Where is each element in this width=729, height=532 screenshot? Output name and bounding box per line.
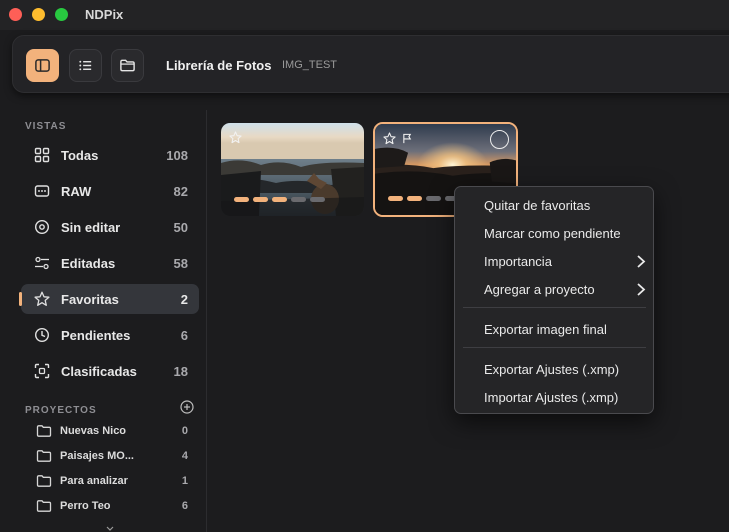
grid-icon <box>34 147 50 163</box>
project-label: Paisajes MO... <box>60 450 134 462</box>
folder-button[interactable] <box>111 49 144 82</box>
sidebar-item-label: Clasificadas <box>61 364 137 379</box>
menu-item-label: Importar Ajustes (.xmp) <box>484 390 619 405</box>
sidebar-item-label: Todas <box>61 148 99 163</box>
app-title: NDPix <box>85 7 124 22</box>
menu-item-label: Agregar a proyecto <box>484 282 595 297</box>
raw-icon <box>34 183 50 199</box>
views-section-label: VISTAS <box>25 121 67 132</box>
sidebar-item-editadas[interactable]: Editadas 58 <box>21 248 199 278</box>
folder-icon <box>120 59 135 72</box>
menu-item-agregar-proyecto[interactable]: Agregar a proyecto <box>456 277 652 301</box>
project-count: 1 <box>181 475 188 487</box>
minimize-window-button[interactable] <box>32 8 45 21</box>
sidebar-item-count: 6 <box>180 328 188 343</box>
rating-bar <box>234 197 325 202</box>
folder-icon <box>36 450 52 462</box>
project-item-para-analizar[interactable]: Para analizar 1 <box>21 471 199 493</box>
project-label: Perro Teo <box>60 500 111 512</box>
menu-item-label: Quitar de favoritas <box>484 198 591 213</box>
context-menu: Quitar de favoritas Marcar como pendient… <box>454 186 654 414</box>
projects-section-label: PROYECTOS <box>25 405 97 416</box>
focus-icon <box>34 363 50 379</box>
sidebar-item-label: Favoritas <box>61 292 119 307</box>
clock-icon <box>34 327 50 343</box>
sidebar: VISTAS Todas 108 RAW 82 Sin editar 50 Ed… <box>0 110 207 532</box>
rating-dot[interactable] <box>310 197 325 202</box>
sidebar-item-count: 108 <box>166 148 188 163</box>
project-count: 4 <box>181 450 188 462</box>
rating-dot[interactable] <box>388 196 403 201</box>
sidebar-item-raw[interactable]: RAW 82 <box>21 176 199 206</box>
title-bar: NDPix <box>0 0 729 30</box>
flag-icon[interactable] <box>402 133 413 144</box>
project-label: Para analizar <box>60 475 128 487</box>
star-icon[interactable] <box>383 132 396 145</box>
rating-dot[interactable] <box>272 197 287 202</box>
menu-divider <box>463 347 646 348</box>
rating-dot[interactable] <box>291 197 306 202</box>
sidebar-item-count: 50 <box>173 220 188 235</box>
sidebar-item-favoritas[interactable]: Favoritas 2 <box>19 284 199 314</box>
toggle-sidebar-button[interactable] <box>26 49 59 82</box>
sidebar-item-label: Editadas <box>61 256 116 271</box>
sidebar-item-count: 18 <box>173 364 188 379</box>
sidebar-item-count: 58 <box>173 256 188 271</box>
project-label: Nuevas Nico <box>60 425 127 437</box>
circle-icon <box>34 219 50 235</box>
close-window-button[interactable] <box>9 8 22 21</box>
menu-item-exportar-imagen[interactable]: Exportar imagen final <box>456 317 652 341</box>
menu-item-label: Importancia <box>484 254 552 269</box>
list-icon <box>79 60 92 71</box>
sidebar-item-count: 82 <box>173 184 188 199</box>
menu-item-quitar-favoritas[interactable]: Quitar de favoritas <box>456 193 652 217</box>
library-title: Librería de Fotos <box>166 58 272 73</box>
project-count: 0 <box>181 425 188 437</box>
add-project-icon[interactable] <box>180 400 194 414</box>
menu-item-label: Exportar imagen final <box>484 322 607 337</box>
folder-icon <box>36 425 52 437</box>
sidebar-item-label: Sin editar <box>61 220 121 235</box>
zoom-window-button[interactable] <box>55 8 68 21</box>
project-item-nuevas-nico[interactable]: Nuevas Nico 0 <box>21 421 199 443</box>
photo-image <box>221 123 364 216</box>
selection-checkbox[interactable] <box>490 130 509 149</box>
sliders-icon <box>34 255 50 271</box>
project-count: 6 <box>181 500 188 512</box>
rating-dot[interactable] <box>426 196 441 201</box>
rating-dot[interactable] <box>253 197 268 202</box>
project-item-paisajes[interactable]: Paisajes MO... 4 <box>21 446 199 468</box>
library-subtitle: IMG_TEST <box>282 59 338 71</box>
list-view-button[interactable] <box>69 49 102 82</box>
menu-item-importar-ajustes[interactable]: Importar Ajustes (.xmp) <box>456 385 652 409</box>
menu-item-marcar-pendiente[interactable]: Marcar como pendiente <box>456 221 652 245</box>
sidebar-item-pendientes[interactable]: Pendientes 6 <box>21 320 199 350</box>
menu-item-exportar-ajustes[interactable]: Exportar Ajustes (.xmp) <box>456 357 652 381</box>
sidebar-icon <box>35 59 50 72</box>
chevron-right-icon <box>637 283 646 296</box>
sidebar-item-label: Pendientes <box>61 328 131 343</box>
sidebar-item-todas[interactable]: Todas 108 <box>21 140 199 170</box>
sidebar-item-clasificadas[interactable]: Clasificadas 18 <box>21 356 199 386</box>
menu-item-label: Marcar como pendiente <box>484 226 621 241</box>
sidebar-item-sin-editar[interactable]: Sin editar 50 <box>21 212 199 242</box>
folder-icon <box>36 500 52 512</box>
star-icon[interactable] <box>229 131 242 144</box>
menu-item-label: Exportar Ajustes (.xmp) <box>484 362 620 377</box>
project-item-perro-teo[interactable]: Perro Teo 6 <box>21 496 199 518</box>
selection-indicator <box>19 292 22 306</box>
menu-divider <box>463 307 646 308</box>
rating-dot[interactable] <box>234 197 249 202</box>
sidebar-item-label: RAW <box>61 184 92 199</box>
folder-icon <box>36 475 52 487</box>
toolbar: Librería de Fotos IMG_TEST <box>12 35 729 93</box>
photo-thumbnail[interactable] <box>221 123 364 216</box>
rating-dot[interactable] <box>407 196 422 201</box>
chevron-down-icon[interactable] <box>106 526 114 532</box>
menu-item-importancia[interactable]: Importancia <box>456 249 652 273</box>
sidebar-item-count: 2 <box>180 292 188 307</box>
star-icon <box>34 291 50 307</box>
chevron-right-icon <box>637 255 646 268</box>
